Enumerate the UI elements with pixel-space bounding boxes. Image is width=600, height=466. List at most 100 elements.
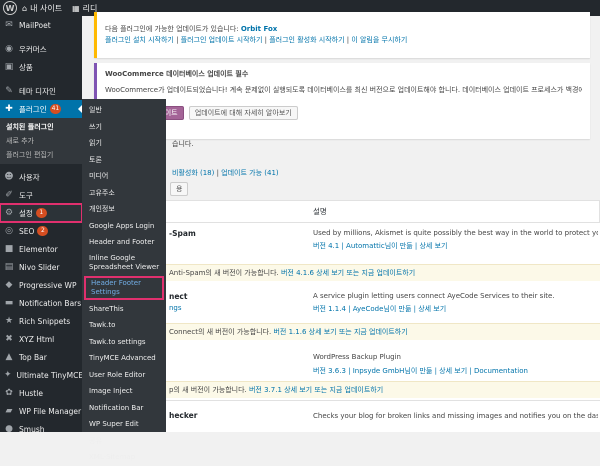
sidebar-item-appearance[interactable]: ✎ 테마 디자인 <box>0 82 82 100</box>
flyout-item-reading[interactable]: 읽기 <box>82 135 166 152</box>
plugin-desc: Checks your blog for broken links and mi… <box>313 412 598 420</box>
flyout-item-wp-super-edit[interactable]: WP Super Edit <box>82 416 166 433</box>
apply-button[interactable]: 용 <box>170 182 189 196</box>
col-description: 설명 <box>313 207 327 216</box>
flyout-item-tawkto[interactable]: Tawk.to <box>82 317 166 334</box>
update-link[interactable]: 버전 1.1.6 상세 보기 또는 지금 업데이트하기 <box>273 327 407 337</box>
flyout-item-tinymce-advanced[interactable]: TinyMCE Advanced <box>82 350 166 367</box>
tools-icon: ✐ <box>5 190 13 200</box>
sidebar-item-top-bar[interactable]: ▲ Top Bar <box>0 348 82 366</box>
begin-install-link[interactable]: 플러그인 설치 시작하기 <box>105 36 174 44</box>
flyout-item-notification-bar[interactable]: Notification Bar <box>82 400 166 417</box>
flyout-item-tawkto-settings[interactable]: Tawk.to settings <box>82 334 166 351</box>
flyout-item-user-role-editor[interactable]: User Role Editor <box>82 367 166 384</box>
tinymce-icon: ✦ <box>4 370 12 380</box>
begin-activate-link[interactable]: 플러그인 활성화 시작하기 <box>269 36 344 44</box>
ridi-icon: ▦ <box>72 3 80 13</box>
plugin-name: nect <box>169 292 188 301</box>
flyout-item-inline-google-spreadsheet[interactable]: Inline Google Spreadsheet Viewer <box>82 251 166 275</box>
hustle-icon: ✿ <box>5 388 13 398</box>
sidebar-item-products[interactable]: ▣ 상품 <box>0 58 82 76</box>
elementor-icon: ■ <box>4 244 14 254</box>
settings-badge: 1 <box>35 208 47 218</box>
plugin-name: hecker <box>169 411 198 420</box>
flyout-item-privacy[interactable]: 개인정보 <box>82 201 166 218</box>
filemanager-icon: ▰ <box>5 406 13 416</box>
flyout-item-permalinks[interactable]: 고유주소 <box>82 185 166 202</box>
submenu-add-new[interactable]: 새로 추가 <box>0 134 82 148</box>
flyout-item-writing[interactable]: 쓰기 <box>82 119 166 136</box>
woocommerce-db-notice: WooCommerce 데이터베이스 업데이트 필수 WooCommerce가 … <box>94 63 590 139</box>
sidebar-item-wp-file-manager[interactable]: ▰ WP File Manager <box>0 402 82 420</box>
filter-inactive[interactable]: 비활성화 (18) <box>172 169 214 177</box>
flyout-item-media[interactable]: 미디어 <box>82 168 166 185</box>
filter-updates[interactable]: 업데이트 가능 (41) <box>221 169 278 177</box>
users-icon: ☻ <box>4 172 14 182</box>
flyout-item-sharethis[interactable]: ShareThis <box>82 301 166 318</box>
plugin-name: -Spam <box>169 229 196 238</box>
flyout-item-share[interactable]: 공유 <box>82 433 166 450</box>
snippets-icon: ★ <box>4 316 14 326</box>
sidebar-item-nivo-slider[interactable]: ▤ Nivo Slider <box>0 258 82 276</box>
smush-icon: ● <box>5 424 13 434</box>
topbar-icon: ▲ <box>5 352 13 362</box>
sidebar-item-rich-snippets[interactable]: ★ Rich Snippets <box>0 312 82 330</box>
sidebar-item-tools[interactable]: ✐ 도구 <box>0 186 82 204</box>
wordpress-logo-icon[interactable]: W <box>3 1 17 15</box>
flyout-item-general[interactable]: 일반 <box>82 102 166 119</box>
sidebar-item-woocommerce[interactable]: ◉ 우커머스 <box>0 40 82 58</box>
settings-icon: ⚙ <box>4 208 14 218</box>
sidebar-item-seo[interactable]: ◎ SEO 2 <box>0 222 82 240</box>
nivo-icon: ▤ <box>4 262 14 272</box>
settings-flyout-menu: 일반 쓰기 읽기 토론 미디어 고유주소 개인정보 Google Apps Lo… <box>82 99 166 461</box>
sidebar-item-hustle[interactable]: ✿ Hustle <box>0 384 82 402</box>
plugins-submenu: 설치된 플러그인 새로 추가 플러그인 편집기 <box>0 118 82 164</box>
plugin-desc: A service plugin letting users connect A… <box>313 292 555 300</box>
plugins-icon: ✚ <box>5 104 13 114</box>
appearance-icon: ✎ <box>5 86 13 96</box>
learn-more-button[interactable]: 업데이트에 대해 자세히 알아보기 <box>188 106 298 120</box>
products-icon: ▣ <box>4 62 14 72</box>
plugin-desc: WordPress Backup Plugin <box>313 353 401 361</box>
sidebar-item-ultimate-tinymce[interactable]: ✦ Ultimate TinyMCE <box>0 366 83 384</box>
sidebar-item-xyz-html[interactable]: ✖ XYZ Html <box>0 330 82 348</box>
submenu-installed-plugins[interactable]: 설치된 플러그인 <box>0 120 82 134</box>
notice-actions: 플러그인 설치 시작하기 | 플러그인 업데이트 시작하기 | 플러그인 활성화… <box>105 36 408 44</box>
sidebar-item-progressive-wp[interactable]: ◆ Progressive WP <box>0 276 82 294</box>
filter-links: 비활성화 (18) | 업데이트 가능 (41) <box>172 169 279 177</box>
seo-icon: ◎ <box>5 226 13 236</box>
xyz-icon: ✖ <box>5 334 13 344</box>
flyout-item-discussion[interactable]: 토론 <box>82 152 166 169</box>
seo-badge: 2 <box>37 226 49 236</box>
sidebar-item-plugins[interactable]: ✚ 플러그인 41 <box>0 100 82 118</box>
flyout-item-google-apps-login[interactable]: Google Apps Login <box>82 218 166 235</box>
site-name-link[interactable]: ⌂ 내 사이트 <box>17 0 67 16</box>
submenu-plugin-editor[interactable]: 플러그인 편집기 <box>0 148 82 162</box>
begin-update-link[interactable]: 플러그인 업데이트 시작하기 <box>181 36 263 44</box>
flyout-item-image-inject[interactable]: Image Inject <box>82 383 166 400</box>
plugin-meta: 버전 4.1 | Automattic님이 만듦 | 상세 보기 <box>313 242 448 250</box>
orbit-fox-link[interactable]: Orbit Fox <box>241 25 277 33</box>
flyout-item-header-and-footer[interactable]: Header and Footer <box>82 234 166 251</box>
plugin-settings-link[interactable]: ngs <box>169 304 182 312</box>
home-icon: ⌂ <box>22 3 28 13</box>
flyout-item-xml-sitemap[interactable]: XML-Sitemap <box>82 449 166 466</box>
flyout-item-header-footer-settings[interactable]: Header Footer Settings <box>84 275 164 300</box>
update-link[interactable]: 버전 3.7.1 상세 보기 또는 지금 업데이트하기 <box>249 385 383 395</box>
sidebar-item-notification-bars[interactable]: ▬ Notification Bars <box>0 294 82 312</box>
sidebar-item-users[interactable]: ☻ 사용자 <box>0 168 82 186</box>
update-link[interactable]: 버전 4.1.6 상세 보기 또는 지금 업데이트하기 <box>281 268 415 278</box>
progressive-icon: ◆ <box>5 280 13 290</box>
sidebar-item-elementor[interactable]: ■ Elementor <box>0 240 82 258</box>
sidebar-item-smush[interactable]: ● Smush <box>0 420 82 438</box>
plugin-meta: 버전 3.6.3 | Inpsyde GmbH님이 만듦 | 상세 보기 | D… <box>313 367 528 375</box>
woocommerce-icon: ◉ <box>5 44 13 54</box>
sidebar-item-settings[interactable]: ⚙ 설정 1 <box>0 203 83 223</box>
mailpoet-icon: ✉ <box>5 20 13 30</box>
notice-line1: 다음 플러그인에 가능한 업데이트가 있습니다: Orbit Fox <box>105 25 278 33</box>
plugin-meta: 버전 1.1.4 | AyeCode님이 만듦 | 상세 보기 <box>313 305 447 313</box>
notice-line-cut <box>105 16 582 24</box>
notification-icon: ▬ <box>4 298 14 308</box>
sidebar-item-mailpoet[interactable]: ✉ MailPoet <box>0 16 82 34</box>
dismiss-notice-link[interactable]: 이 알림을 무시하기 <box>351 36 407 44</box>
